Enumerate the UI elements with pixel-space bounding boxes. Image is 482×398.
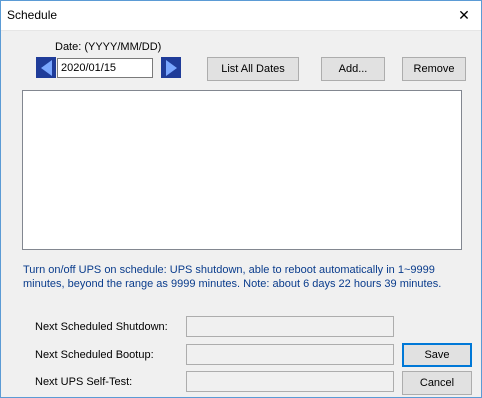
arrow-left-icon (40, 59, 52, 76)
list-all-dates-label: List All Dates (221, 63, 285, 75)
schedule-list[interactable] (22, 90, 462, 250)
next-date-button[interactable] (161, 57, 181, 78)
next-shutdown-label: Next Scheduled Shutdown: (35, 321, 168, 333)
schedule-window: Schedule ✕ Date: (YYYY/MM/DD) List All D… (0, 0, 482, 398)
add-label: Add... (338, 63, 368, 75)
close-button[interactable]: ✕ (447, 1, 481, 30)
date-input[interactable] (57, 58, 153, 78)
cancel-label: Cancel (419, 377, 455, 389)
add-button[interactable]: Add... (321, 57, 385, 81)
save-label: Save (424, 349, 450, 361)
arrow-right-icon (165, 59, 177, 76)
close-icon: ✕ (458, 7, 470, 23)
previous-date-button[interactable] (36, 57, 56, 78)
next-selftest-label: Next UPS Self-Test: (35, 376, 133, 388)
date-label: Date: (YYYY/MM/DD) (55, 41, 162, 53)
next-selftest-field (186, 371, 394, 392)
next-bootup-label: Next Scheduled Bootup: (35, 349, 154, 361)
cancel-button[interactable]: Cancel (402, 371, 472, 395)
list-all-dates-button[interactable]: List All Dates (207, 57, 299, 81)
window-title: Schedule (7, 8, 58, 22)
title-bar: Schedule ✕ (1, 1, 481, 31)
next-bootup-field (186, 344, 394, 365)
remove-label: Remove (413, 63, 455, 75)
remove-button[interactable]: Remove (402, 57, 466, 81)
schedule-info-text: Turn on/off UPS on schedule: UPS shutdow… (23, 264, 442, 290)
save-button[interactable]: Save (402, 343, 472, 367)
next-shutdown-field (186, 316, 394, 337)
